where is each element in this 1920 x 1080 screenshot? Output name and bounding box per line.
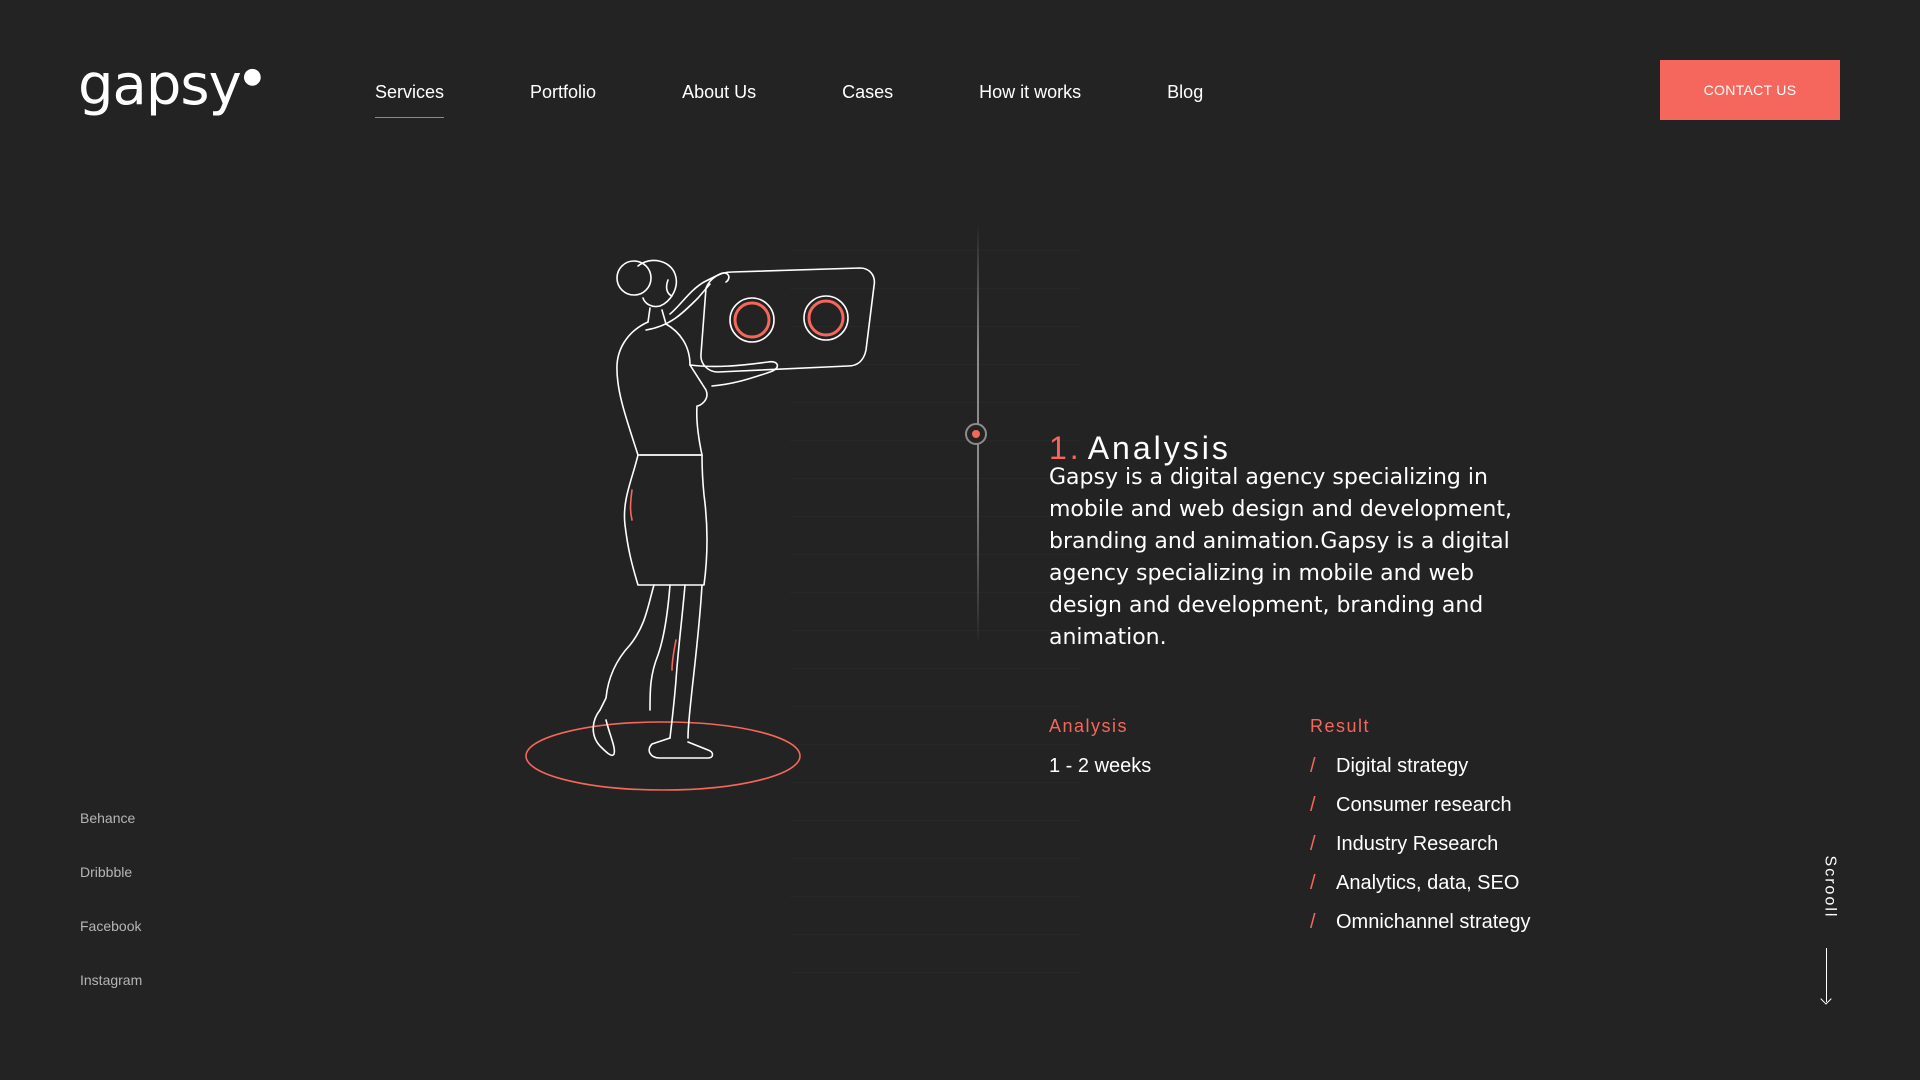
bullet-slash: / xyxy=(1310,872,1316,894)
scroll-label: Scrooll xyxy=(1821,855,1839,919)
list-item: / Industry Research xyxy=(1310,833,1531,872)
woman-holding-box-illustration xyxy=(525,259,876,791)
bullet-slash: / xyxy=(1310,755,1316,777)
contact-us-button[interactable]: CONTACT US xyxy=(1660,60,1840,120)
gapsy-logo[interactable]: gapsy● xyxy=(78,58,262,114)
main-nav: Services Portfolio About Us Cases How it… xyxy=(375,78,1289,118)
result-item-text: Analytics, data, SEO xyxy=(1336,872,1520,894)
result-list: / Digital strategy / Consumer research / In… xyxy=(1310,755,1531,950)
result-item-text: Industry Research xyxy=(1336,833,1499,855)
step-title: Analysis xyxy=(1087,430,1231,466)
analysis-duration: 1 - 2 weeks xyxy=(1049,755,1152,777)
result-item-text: Consumer research xyxy=(1336,794,1512,816)
result-item-text: Digital strategy xyxy=(1336,755,1469,777)
arrow-down-icon xyxy=(1826,948,1827,1002)
bullet-slash: / xyxy=(1310,794,1316,816)
list-item: / Digital strategy xyxy=(1310,755,1531,794)
list-item: / Omnichannel strategy xyxy=(1310,911,1531,950)
logo-dot: ● xyxy=(242,64,262,89)
logo-text: gapsy xyxy=(78,53,242,118)
result-item-text: Omnichannel strategy xyxy=(1336,911,1531,933)
result-label: Result xyxy=(1310,716,1371,736)
nav-item-blog[interactable]: Blog xyxy=(1167,78,1203,118)
list-item: / Analytics, data, SEO xyxy=(1310,872,1531,911)
nav-item-cases[interactable]: Cases xyxy=(842,78,893,118)
bullet-slash: / xyxy=(1310,911,1316,933)
social-link-facebook[interactable]: Facebook xyxy=(80,918,142,972)
social-link-behance[interactable]: Behance xyxy=(80,810,142,864)
analysis-label: Analysis xyxy=(1049,716,1129,736)
timeline-step-marker[interactable] xyxy=(965,423,987,445)
nav-item-services[interactable]: Services xyxy=(375,78,445,118)
nav-item-how-it-works[interactable]: How it works xyxy=(979,78,1081,118)
social-link-dribbble[interactable]: Dribbble xyxy=(80,864,142,918)
nav-item-about-us[interactable]: About Us xyxy=(682,78,756,118)
bullet-slash: / xyxy=(1310,833,1316,855)
step-number: 1. xyxy=(1049,430,1082,466)
social-link-instagram[interactable]: Instagram xyxy=(80,972,142,1026)
scroll-indicator[interactable]: Scrooll xyxy=(1812,856,1842,1010)
social-links: Behance Dribbble Facebook Instagram xyxy=(80,810,142,1026)
nav-item-portfolio[interactable]: Portfolio xyxy=(530,78,596,118)
list-item: / Consumer research xyxy=(1310,794,1531,833)
step-description: Gapsy is a digital agency specializing i… xyxy=(1049,465,1512,650)
